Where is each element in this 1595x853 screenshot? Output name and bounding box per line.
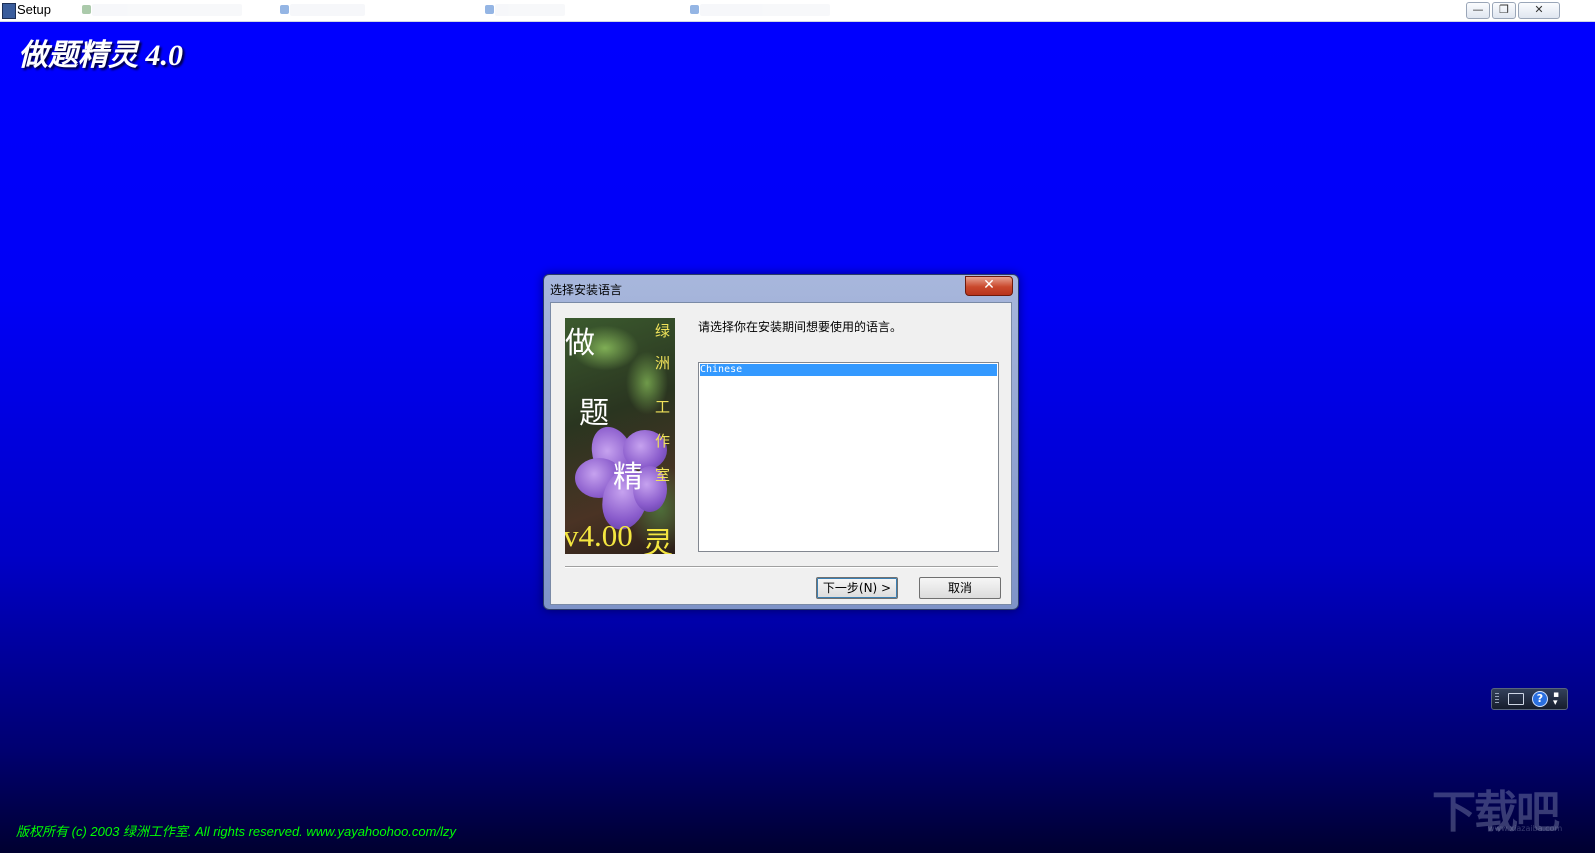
window-title-bar: Setup — ❐ ✕	[0, 0, 1595, 22]
splash-title-char: 做	[565, 326, 595, 361]
cancel-button[interactable]: 取消	[919, 577, 1001, 599]
language-option-selected[interactable]: Chinese	[700, 364, 997, 376]
splash-studio-char: 绿	[655, 322, 671, 340]
next-button[interactable]: 下一步(N) >	[816, 577, 898, 599]
options-menu-icon[interactable]: ▪ ▾	[1553, 691, 1559, 708]
dialog-body: 做 题 精 绿 洲 工 作 室 v4.00 灵 请选择你在安装期间想要使用的语言…	[550, 302, 1012, 605]
close-icon: ✕	[983, 277, 995, 293]
divider	[565, 566, 998, 568]
language-prompt: 请选择你在安装期间想要使用的语言。	[698, 320, 903, 334]
background-taskbar-ghost	[82, 4, 242, 16]
dialog-title: 选择安装语言	[550, 283, 623, 297]
window-title: Setup	[17, 2, 51, 17]
minimize-button[interactable]: —	[1466, 2, 1490, 19]
restore-button[interactable]: ❐	[1492, 2, 1516, 19]
copyright-text: 版权所有 (c) 2003 绿洲工作室. All rights reserved…	[16, 824, 456, 839]
splash-version: v4.00	[565, 518, 633, 553]
keyboard-icon[interactable]	[1508, 693, 1524, 705]
splash-title-char: 题	[579, 396, 609, 431]
ime-toolbar[interactable]: ? ▪ ▾	[1491, 688, 1568, 710]
help-icon[interactable]: ?	[1532, 691, 1548, 707]
splash-studio-char: 洲	[655, 354, 671, 372]
splash-studio-char: 作	[655, 432, 671, 450]
close-window-button[interactable]: ✕	[1518, 2, 1560, 19]
background-taskbar-ghost	[690, 4, 830, 16]
drag-grip-icon[interactable]	[1495, 693, 1499, 705]
dialog-close-button[interactable]: ✕	[965, 276, 1013, 296]
splash-image: 做 题 精 绿 洲 工 作 室 v4.00 灵	[565, 318, 675, 554]
splash-title-char: 灵	[643, 526, 673, 554]
setup-app-icon	[2, 3, 16, 19]
background-taskbar-ghost	[280, 4, 365, 16]
splash-title-char: 精	[613, 460, 643, 495]
background-taskbar-ghost	[485, 4, 565, 16]
watermark-url: www.xiazaiba.com	[1488, 824, 1563, 833]
language-dialog: 选择安装语言 ✕ 做 题 精 绿 洲 工 作 室 v4.00 灵 请选择你在安装…	[543, 274, 1019, 610]
product-title: 做题精灵 4.0	[18, 39, 183, 72]
splash-studio-char: 工	[655, 398, 671, 416]
splash-studio-char: 室	[655, 466, 671, 484]
language-list[interactable]: Chinese	[698, 362, 999, 552]
